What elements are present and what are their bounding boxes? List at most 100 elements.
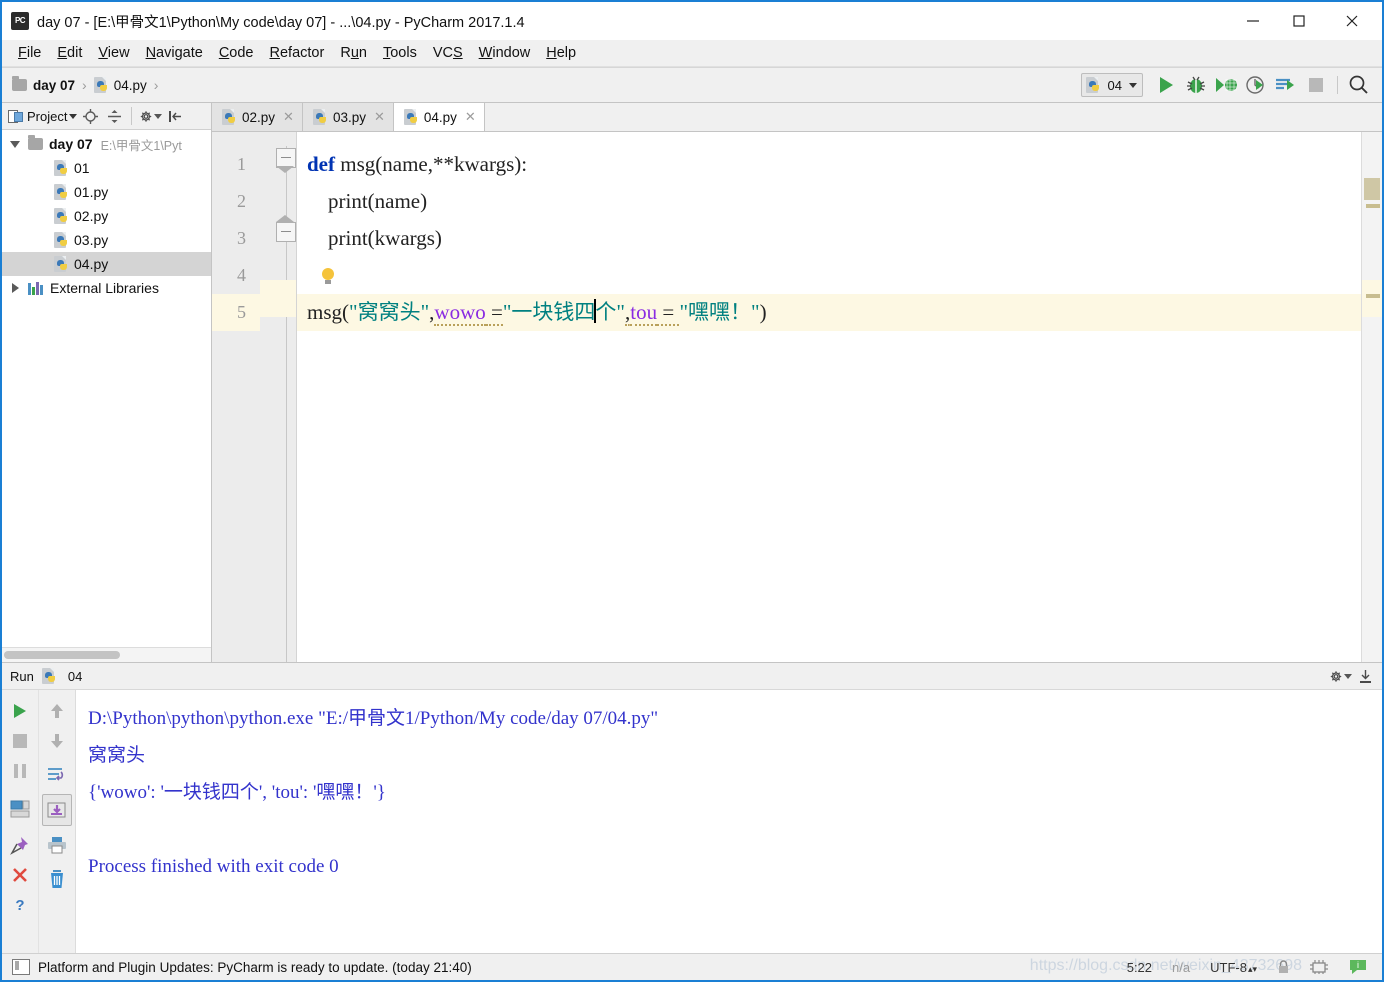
menu-item-help[interactable]: Help xyxy=(538,43,584,63)
lock-icon[interactable] xyxy=(1267,960,1300,974)
close-icon[interactable]: ✕ xyxy=(374,109,385,125)
chevron-down-icon[interactable] xyxy=(10,140,20,148)
lightbulb-icon[interactable] xyxy=(321,268,335,286)
scrollbar-thumb[interactable] xyxy=(1364,178,1380,200)
close-button[interactable] xyxy=(1322,2,1382,40)
menu-item-navigate[interactable]: Navigate xyxy=(138,43,211,63)
fold-marker-start[interactable] xyxy=(276,148,296,173)
maximize-button[interactable] xyxy=(1276,2,1322,40)
collapse-all-button[interactable] xyxy=(103,105,125,127)
pause-output-button[interactable] xyxy=(6,756,34,786)
run-console-output[interactable]: D:\Python\python\python.exe "E:/甲骨文1/Pyt… xyxy=(76,690,1382,953)
up-stack-button[interactable] xyxy=(43,696,71,726)
restore-layout-button[interactable] xyxy=(6,794,34,824)
code-line-4[interactable] xyxy=(297,257,1361,294)
project-tool-window-button[interactable]: Project xyxy=(8,109,78,124)
soft-wrap-button[interactable] xyxy=(43,760,71,790)
editor-tab-04py[interactable]: 04.py ✕ xyxy=(393,103,485,131)
folder-icon xyxy=(28,135,43,150)
hide-panel-button[interactable] xyxy=(1354,665,1376,687)
menu-item-tools[interactable]: Tools xyxy=(375,43,425,63)
close-icon[interactable]: ✕ xyxy=(283,109,294,125)
tree-row-01[interactable]: 01 xyxy=(2,156,211,180)
tree-row-04py[interactable]: 04.py xyxy=(2,252,211,276)
breadcrumb-folder[interactable]: day 07 xyxy=(33,78,75,93)
search-everywhere-button[interactable] xyxy=(1344,72,1374,98)
menu-item-run[interactable]: Run xyxy=(332,43,375,63)
menu-item-vcs[interactable]: VCS xyxy=(425,43,471,63)
attach-button[interactable] xyxy=(1271,72,1301,98)
code-folding-gutter[interactable] xyxy=(260,132,297,662)
python-file-icon xyxy=(93,76,109,94)
tree-row-03py[interactable]: 03.py xyxy=(2,228,211,252)
encoding-indicator[interactable]: UTF-8▴▾ xyxy=(1200,960,1267,975)
warning-marker[interactable] xyxy=(1366,204,1380,208)
editor-marker-bar[interactable] xyxy=(1361,132,1382,662)
project-tree[interactable]: day 07 E:\甲骨文1\Pyt 01 01.py 02.py 03.py … xyxy=(2,130,211,647)
tree-row-external-libraries[interactable]: External Libraries xyxy=(2,276,211,300)
scroll-to-end-button[interactable] xyxy=(42,794,72,826)
memory-indicator[interactable] xyxy=(1300,959,1338,975)
down-stack-button[interactable] xyxy=(43,726,71,756)
project-toolbar: Project xyxy=(2,103,211,130)
run-button[interactable] xyxy=(1151,72,1181,98)
status-message[interactable]: Platform and Plugin Updates: PyCharm is … xyxy=(38,960,472,975)
close-button[interactable] xyxy=(6,860,34,890)
sidebar-horizontal-scrollbar[interactable] xyxy=(2,647,211,662)
tree-row-02py[interactable]: 02.py xyxy=(2,204,211,228)
locate-file-button[interactable] xyxy=(79,105,101,127)
inspection-indicator[interactable]: i xyxy=(1338,958,1378,976)
fold-marker-end[interactable] xyxy=(276,215,296,242)
warning-marker[interactable] xyxy=(1366,294,1380,298)
run-configuration-selector[interactable]: 04 xyxy=(1080,73,1143,97)
code-editor[interactable]: 1 2 3 4 5 def msg(name,**kwargs): print(… xyxy=(212,132,1382,662)
profile-button[interactable] xyxy=(1241,72,1271,98)
main-area: Project day 07 E:\甲骨文1\Pyt 01 01.py 02.p… xyxy=(2,102,1382,662)
menu-item-edit[interactable]: Edit xyxy=(49,43,90,63)
run-config-label: 04 xyxy=(1107,77,1122,93)
run-actions-left: ? xyxy=(2,690,39,953)
line-separator[interactable]: n/a xyxy=(1162,960,1200,975)
svg-text:?: ? xyxy=(15,897,24,914)
code-line-3[interactable]: print(kwargs) xyxy=(297,220,1361,257)
hide-panel-button[interactable] xyxy=(164,105,186,127)
coverage-button[interactable] xyxy=(1211,72,1241,98)
run-panel-body: ? D:\Python\python\python.exe "E:/甲骨文1/P… xyxy=(2,690,1382,953)
status-bar: Platform and Plugin Updates: PyCharm is … xyxy=(2,953,1382,980)
close-icon[interactable]: ✕ xyxy=(465,109,476,125)
code-content[interactable]: def msg(name,**kwargs): print(name) prin… xyxy=(297,132,1361,662)
clear-all-button[interactable] xyxy=(43,864,71,894)
menu-item-refactor[interactable]: Refactor xyxy=(262,43,333,63)
scrollbar-thumb[interactable] xyxy=(4,651,120,659)
menu-item-code[interactable]: Code xyxy=(211,43,262,63)
debug-button[interactable] xyxy=(1181,72,1211,98)
editor-tab-02py[interactable]: 02.py ✕ xyxy=(212,103,303,131)
gear-icon[interactable] xyxy=(1330,665,1352,687)
minimize-button[interactable] xyxy=(1230,2,1276,40)
code-line-5[interactable]: msg("窝窝头",wowo ="一块钱四个",tou = "嘿嘿！") xyxy=(297,294,1361,331)
menu-item-file[interactable]: File xyxy=(10,43,49,63)
menu-item-view[interactable]: View xyxy=(90,43,137,63)
tree-row-01py[interactable]: 01.py xyxy=(2,180,211,204)
python-config-icon xyxy=(1085,76,1101,94)
menu-item-window[interactable]: Window xyxy=(471,43,539,63)
gear-icon[interactable] xyxy=(140,105,163,127)
code-line-2[interactable]: print(name) xyxy=(297,183,1361,220)
line-number: 1 xyxy=(237,154,246,174)
tree-path: E:\甲骨文1\Pyt xyxy=(100,138,182,153)
string-literal: "一块钱四 xyxy=(502,300,596,324)
caret-position[interactable]: 5:22 xyxy=(1117,960,1162,975)
print-button[interactable] xyxy=(43,830,71,860)
notification-icon[interactable] xyxy=(12,959,30,975)
code-line-1[interactable]: def msg(name,**kwargs): xyxy=(297,146,1361,183)
breadcrumb-file[interactable]: 04.py xyxy=(114,78,147,93)
editor-tab-03py[interactable]: 03.py ✕ xyxy=(302,103,394,131)
help-button[interactable]: ? xyxy=(6,890,34,920)
chevron-right-icon[interactable] xyxy=(12,283,19,293)
tree-label: 03.py xyxy=(74,232,109,248)
pin-tab-button[interactable] xyxy=(6,830,34,860)
line-number: 5 xyxy=(212,294,260,331)
rerun-button[interactable] xyxy=(6,696,34,726)
tree-row-day07[interactable]: day 07 E:\甲骨文1\Pyt xyxy=(2,132,211,156)
